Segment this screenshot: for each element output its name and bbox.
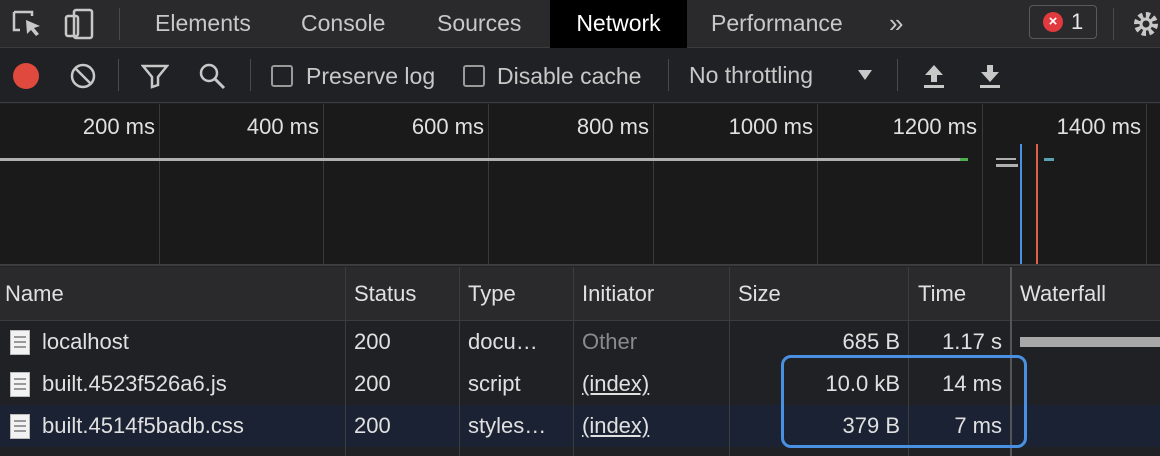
more-tabs-button[interactable]: »: [889, 0, 903, 48]
column-header-time[interactable]: Time: [918, 267, 966, 321]
request-initiator-link[interactable]: (index): [582, 363, 722, 405]
chevron-down-icon[interactable]: [857, 68, 873, 87]
column-divider[interactable]: [573, 267, 574, 456]
preserve-log-checkbox[interactable]: [271, 65, 293, 87]
grid-line: [817, 104, 818, 264]
network-overview[interactable]: 200 ms 400 ms 600 ms 800 ms 1000 ms 1200…: [0, 104, 1160, 266]
column-header-waterfall[interactable]: Waterfall: [1020, 267, 1106, 321]
request-type: script: [468, 371, 521, 396]
network-toolbar: Preserve log Disable cache No throttling: [0, 49, 1160, 103]
request-name: built.4514f5badb.css: [42, 413, 244, 438]
tab-console[interactable]: Console: [301, 0, 385, 48]
settings-gear-icon[interactable]: [1128, 6, 1160, 42]
record-icon[interactable]: [13, 63, 39, 89]
tick-label: 1400 ms: [1056, 114, 1141, 139]
tick-label: 1000 ms: [728, 114, 813, 139]
tick-label: 800 ms: [576, 114, 649, 139]
devtools-tab-bar: Elements Console Sources Network Perform…: [0, 0, 1160, 48]
grid-line: [653, 104, 654, 264]
table-header: Name Status Type Initiator Size Time Wat…: [0, 267, 1160, 321]
toolbar-divider: [119, 8, 120, 40]
request-status: 200: [354, 329, 391, 354]
column-header-name[interactable]: Name: [5, 267, 64, 321]
tab-elements[interactable]: Elements: [155, 0, 251, 48]
request-status: 200: [354, 371, 391, 396]
document-file-icon: [10, 330, 30, 355]
export-har-icon[interactable]: [976, 62, 1004, 95]
column-divider[interactable]: [345, 267, 346, 456]
grid-line: [488, 104, 489, 264]
clear-icon[interactable]: [70, 63, 96, 94]
toolbar-divider: [668, 59, 669, 91]
size-time-highlight-annotation: [781, 355, 1027, 448]
toolbar-divider: [250, 59, 251, 91]
request-type: docu…: [468, 329, 538, 354]
request-name: localhost: [42, 329, 129, 354]
grid-line: [323, 104, 324, 264]
request-status: 200: [354, 413, 391, 438]
column-divider[interactable]: [459, 267, 460, 456]
tick-label: 200 ms: [82, 114, 155, 139]
load-event-marker: [1036, 144, 1038, 264]
grid-line: [159, 104, 160, 264]
toolbar-divider: [118, 59, 119, 91]
request-bar-document-end: [960, 158, 968, 161]
column-header-type[interactable]: Type: [468, 267, 516, 321]
toolbar-divider: [1113, 8, 1114, 40]
column-header-status[interactable]: Status: [354, 267, 416, 321]
column-divider[interactable]: [729, 267, 730, 456]
column-header-size[interactable]: Size: [738, 267, 781, 321]
tab-performance[interactable]: Performance: [711, 0, 843, 48]
request-bar-late: [1044, 158, 1054, 161]
request-type: styles…: [468, 413, 547, 438]
script-file-icon: [10, 372, 30, 397]
tab-sources[interactable]: Sources: [437, 0, 521, 48]
toolbar-divider: [897, 59, 898, 91]
request-initiator: Other: [582, 329, 638, 354]
request-initiator-link[interactable]: (index): [582, 405, 722, 447]
request-name: built.4523f526a6.js: [42, 371, 227, 396]
stylesheet-file-icon: [10, 414, 30, 439]
domcontentloaded-marker: [1020, 144, 1022, 264]
error-count: 1: [1071, 9, 1084, 34]
request-bar-script: [996, 158, 1016, 160]
throttling-select[interactable]: No throttling: [689, 61, 813, 89]
request-bar-stylesheet: [996, 164, 1018, 167]
tab-network[interactable]: Network: [550, 0, 687, 48]
grid-line: [1146, 104, 1147, 264]
preserve-log-label[interactable]: Preserve log: [306, 62, 435, 90]
disable-cache-checkbox[interactable]: [463, 65, 485, 87]
error-count-badge[interactable]: × 1: [1029, 5, 1097, 39]
inspect-element-icon[interactable]: [10, 6, 46, 42]
search-icon[interactable]: [197, 61, 227, 96]
tick-label: 600 ms: [411, 114, 484, 139]
disable-cache-label[interactable]: Disable cache: [497, 62, 641, 90]
tick-label: 1200 ms: [892, 114, 977, 139]
grid-line: [982, 104, 983, 264]
waterfall-bar: [1020, 337, 1160, 347]
column-header-initiator[interactable]: Initiator: [582, 267, 654, 321]
import-har-icon[interactable]: [920, 62, 948, 95]
error-icon: ×: [1043, 12, 1063, 32]
tick-label: 400 ms: [246, 114, 319, 139]
filter-icon[interactable]: [140, 63, 170, 94]
request-bar-document: [0, 158, 962, 161]
device-toolbar-icon[interactable]: [62, 6, 98, 42]
